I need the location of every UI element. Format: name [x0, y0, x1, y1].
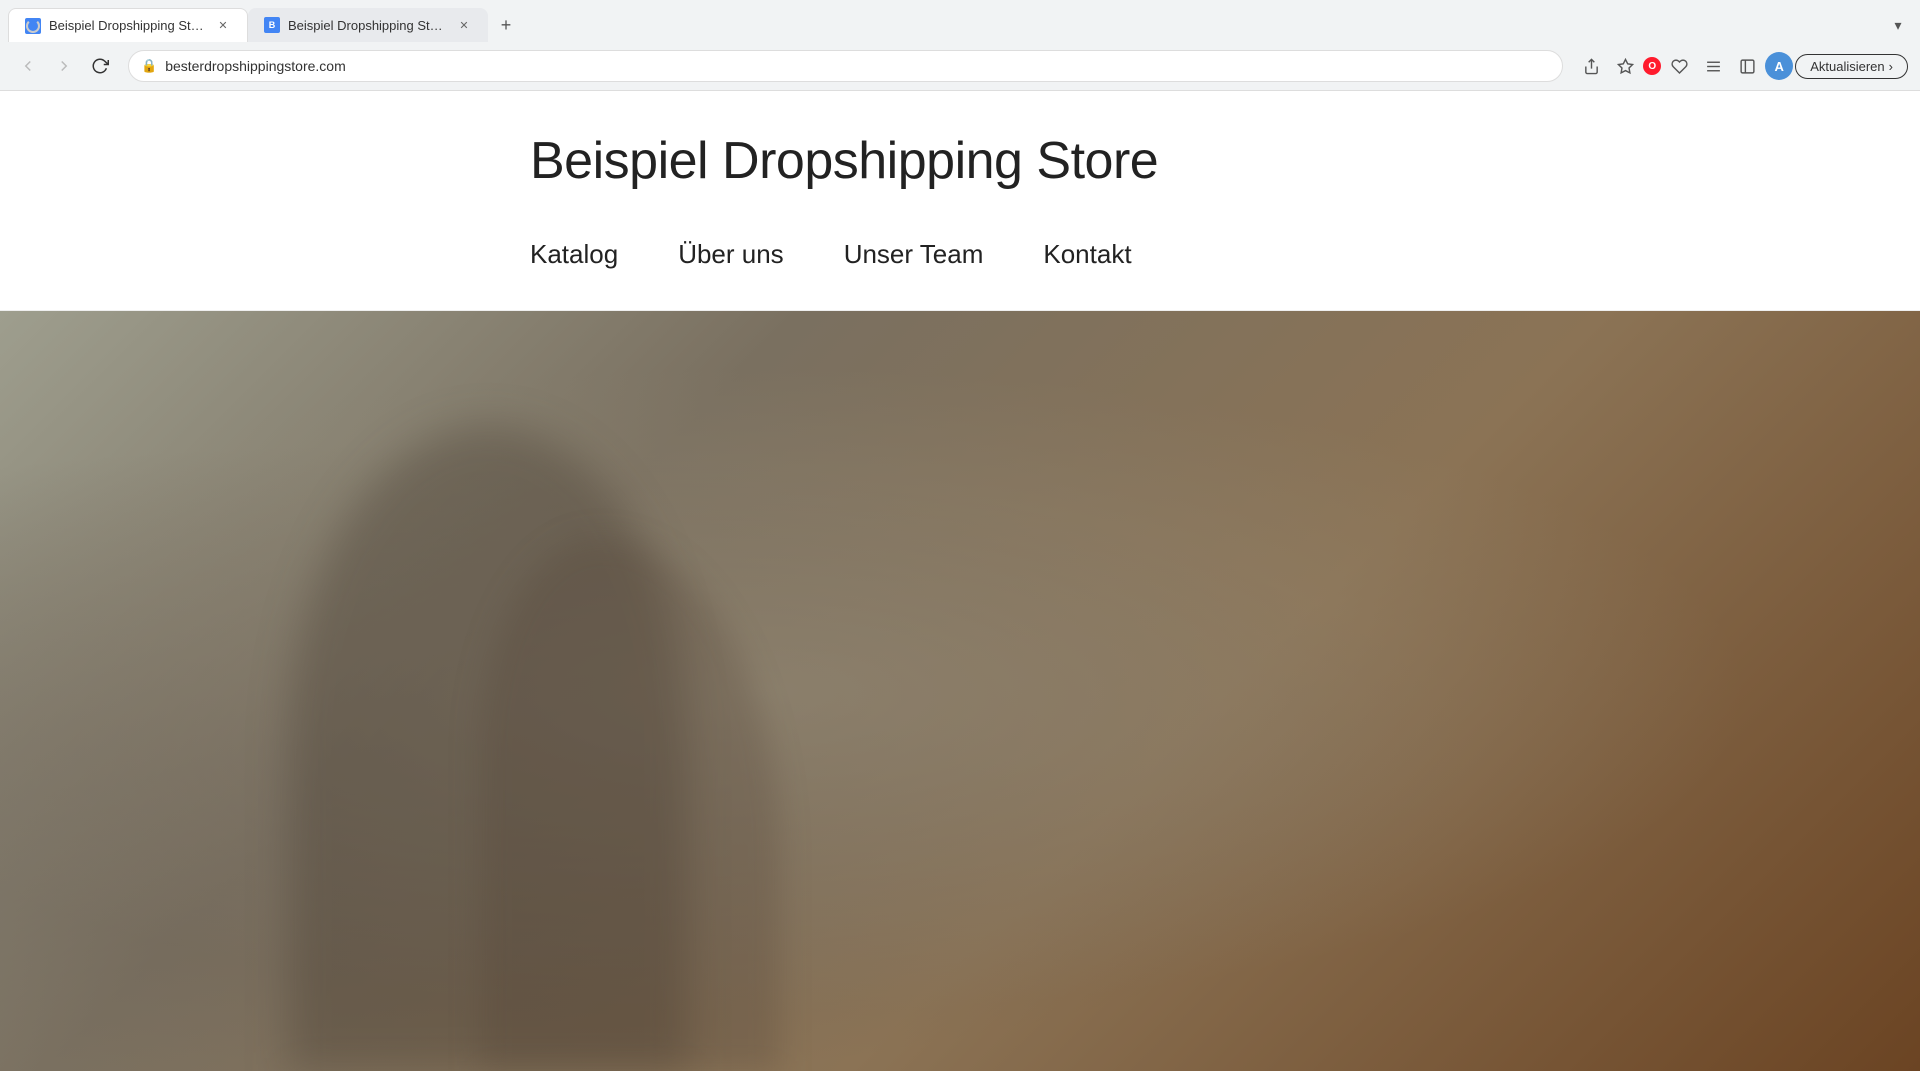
tab-bar: Beispiel Dropshipping Store · ✕ B Beispi… [0, 0, 1920, 42]
back-button[interactable] [12, 50, 44, 82]
site-nav: Katalog Über uns Unser Team Kontakt [530, 239, 1390, 270]
extensions-button[interactable] [1663, 50, 1695, 82]
tab-2-close[interactable]: ✕ [456, 17, 472, 33]
nav-ueber-uns[interactable]: Über uns [678, 239, 784, 270]
nav-kontakt[interactable]: Kontakt [1043, 239, 1131, 270]
hero-section [0, 311, 1920, 1071]
tab-bar-right: ▾ [1884, 11, 1912, 39]
share-button[interactable] [1575, 50, 1607, 82]
site-header-inner: Beispiel Dropshipping Store Katalog Über… [360, 131, 1560, 270]
tabs-dropdown-icon[interactable]: ▾ [1884, 11, 1912, 39]
tab-2-title: Beispiel Dropshipping Store [288, 18, 448, 33]
profile-icon[interactable]: A [1765, 52, 1793, 80]
site-header: Beispiel Dropshipping Store Katalog Über… [0, 91, 1920, 311]
page-content: Beispiel Dropshipping Store Katalog Über… [0, 91, 1920, 1081]
address-bar[interactable]: 🔒 besterdropshippingstore.com [128, 50, 1563, 82]
bookmark-button[interactable] [1609, 50, 1641, 82]
reload-button[interactable] [84, 50, 116, 82]
toolbar: 🔒 besterdropshippingstore.com O [0, 42, 1920, 90]
tab-2[interactable]: B Beispiel Dropshipping Store ✕ [248, 8, 488, 42]
menu-list-button[interactable] [1697, 50, 1729, 82]
browser-chrome: Beispiel Dropshipping Store · ✕ B Beispi… [0, 0, 1920, 91]
new-tab-button[interactable]: + [492, 11, 520, 39]
lock-icon: 🔒 [141, 58, 157, 74]
tab-1-close[interactable]: ✕ [215, 18, 231, 34]
update-button[interactable]: Aktualisieren › [1795, 54, 1908, 79]
sidebar-button[interactable] [1731, 50, 1763, 82]
tab-1[interactable]: Beispiel Dropshipping Store · ✕ [8, 8, 248, 42]
site-title: Beispiel Dropshipping Store [530, 131, 1390, 191]
nav-katalog[interactable]: Katalog [530, 239, 618, 270]
update-button-label: Aktualisieren [1810, 59, 1884, 74]
forward-button[interactable] [48, 50, 80, 82]
toolbar-right: O A Aktualisieren [1575, 50, 1908, 82]
tab-2-favicon: B [264, 17, 280, 33]
tab-1-title: Beispiel Dropshipping Store · [49, 18, 207, 33]
url-display: besterdropshippingstore.com [165, 58, 1550, 74]
nav-unser-team[interactable]: Unser Team [844, 239, 984, 270]
tab-1-favicon [25, 18, 41, 34]
update-arrow-icon: › [1889, 59, 1893, 74]
opera-icon: O [1643, 57, 1661, 75]
